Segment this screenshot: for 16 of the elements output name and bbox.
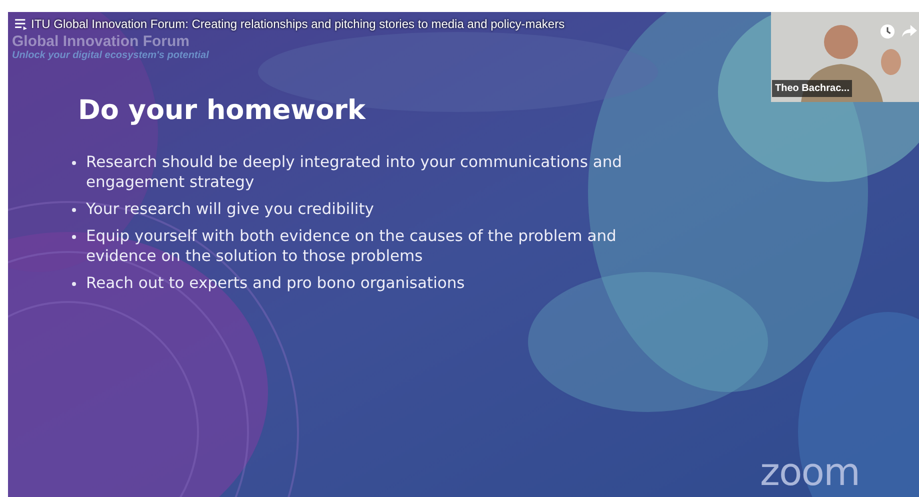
bullet-icon — [72, 235, 76, 239]
bullet-icon — [72, 208, 76, 212]
playlist-icon[interactable] — [15, 18, 28, 30]
bullet-text: Equip yourself with both evidence on the causes of the problem and evidence on the solution to those problems — [86, 226, 618, 266]
bullet-text: Reach out to experts and pro bono organisations — [86, 273, 465, 293]
bullet-icon — [72, 161, 76, 165]
video-title[interactable]: ITU Global Innovation Forum: Creating relationships and pitching stories to media and policy-makers — [31, 17, 565, 31]
zoom-logo: zoom — [760, 452, 860, 492]
bullet-icon — [72, 282, 76, 286]
participant-name: Theo Bachrac... — [772, 80, 852, 97]
clock-icon[interactable] — [880, 24, 895, 39]
slide-header: Global Innovation Forum — [12, 34, 190, 50]
slide-heading: Do your homework — [78, 94, 367, 128]
bullet-text: Your research will give you credibility — [86, 199, 374, 219]
bullet-text: Research should be deeply integrated into your communications and engagement strategy — [86, 152, 624, 192]
slide-tagline: Unlock your digital ecosystem's potential — [12, 50, 210, 62]
